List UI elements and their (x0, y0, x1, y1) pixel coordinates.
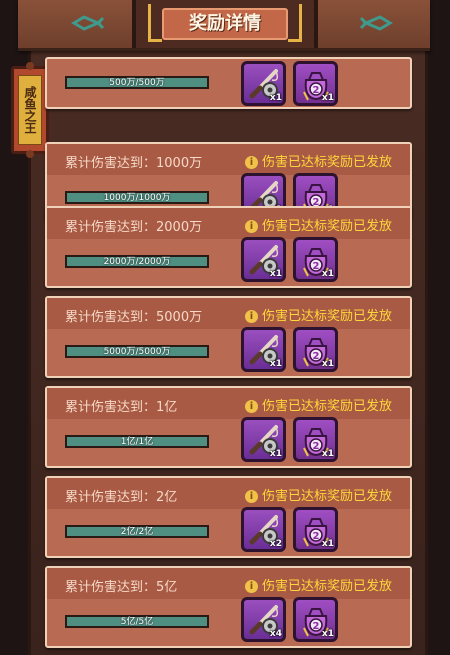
reward-status: i 伤害已达标奖励已发放 (245, 395, 392, 414)
svg-text:2: 2 (313, 441, 320, 452)
reward-item[interactable]: x1 (241, 417, 286, 462)
decor-hook-icon (288, 4, 302, 42)
progress-bar: 2亿/2亿 (65, 525, 209, 538)
reward-item[interactable]: x1 (241, 237, 286, 282)
tag-knob (26, 150, 34, 158)
reward-status-text: 伤害已达标奖励已发放 (262, 155, 393, 170)
row-title: 累计伤害达到：5亿 (65, 580, 178, 595)
progress-bar: 2000万/2000万 (65, 255, 209, 268)
page-title: 奖励详情 (162, 8, 288, 40)
reward-row: i 500万/500万 x1 2 x1 (45, 57, 412, 109)
info-icon: i (245, 580, 258, 593)
svg-text:2: 2 (313, 85, 320, 96)
tag-knob (26, 62, 34, 70)
progress-text: 1000万/1000万 (103, 193, 171, 203)
svg-text:2: 2 (313, 531, 320, 542)
info-icon: i (245, 490, 258, 503)
progress-text: 5000万/5000万 (103, 347, 171, 357)
reward-qty: x1 (321, 93, 334, 103)
row-header: 累计伤害达到：2亿 i 伤害已达标奖励已发放 (47, 478, 410, 509)
row-header: 累计伤害达到：5000万 i 伤害已达标奖励已发放 (47, 298, 410, 329)
reward-status-text: 伤害已达标奖励已发放 (262, 579, 393, 594)
row-title: 累计伤害达到：2亿 (65, 490, 178, 505)
reward-qty: x1 (321, 629, 334, 639)
row-header: 累计伤害达到：5亿 i 伤害已达标奖励已发放 (47, 568, 410, 599)
info-icon: i (245, 156, 258, 169)
progress-bar: 1亿/1亿 (65, 435, 209, 448)
progress-bar: 500万/500万 (65, 76, 209, 89)
reward-row: 累计伤害达到：5亿 i 伤害已达标奖励已发放 5亿/5亿 x4 2 x1 (45, 566, 412, 648)
progress-text: 2亿/2亿 (120, 527, 154, 537)
reward-row: 累计伤害达到：1亿 i 伤害已达标奖励已发放 1亿/1亿 x1 2 x1 (45, 386, 412, 468)
progress-text: 1亿/1亿 (120, 437, 154, 447)
row-header: 累计伤害达到：1亿 i 伤害已达标奖励已发放 (47, 388, 410, 419)
row-header: 累计伤害达到：1000万 i 伤害已达标奖励已发放 (47, 144, 410, 175)
reward-item[interactable]: 2 x1 (293, 417, 338, 462)
progress-bar: 5000万/5000万 (65, 345, 209, 358)
reward-status: i 伤害已达标奖励已发放 (245, 215, 392, 234)
svg-text:2: 2 (313, 261, 320, 272)
progress-text: 2000万/2000万 (103, 257, 171, 267)
info-icon: i (245, 400, 258, 413)
reward-item[interactable]: 2 x1 (293, 597, 338, 642)
reward-item[interactable]: x2 (241, 507, 286, 552)
reward-qty: x2 (269, 539, 282, 549)
progress-text: 5亿/5亿 (120, 617, 154, 627)
info-icon: i (245, 310, 258, 323)
reward-item[interactable]: x4 (241, 597, 286, 642)
fish-icon (71, 15, 104, 31)
reward-item[interactable]: 2 x1 (293, 327, 338, 372)
reward-row: 累计伤害达到：2000万 i 伤害已达标奖励已发放 2000万/2000万 x1 … (45, 206, 412, 288)
svg-text:2: 2 (313, 621, 320, 632)
decor-hook-icon (148, 4, 162, 42)
reward-item[interactable]: 2 x1 (293, 507, 338, 552)
reward-qty: x1 (321, 269, 334, 279)
row-title: 累计伤害达到：1亿 (65, 400, 178, 415)
reward-status-text: 伤害已达标奖励已发放 (262, 489, 393, 504)
reward-qty: x1 (269, 359, 282, 369)
row-header: 累计伤害达到：2000万 i 伤害已达标奖励已发放 (47, 208, 410, 239)
side-tab-label: 咸鱼之王 (18, 75, 42, 145)
progress-bar: 1000万/1000万 (65, 191, 209, 204)
reward-qty: x1 (321, 539, 334, 549)
progress-bar: 5亿/5亿 (65, 615, 209, 628)
reward-status: i 伤害已达标奖励已发放 (245, 305, 392, 324)
row-title: 累计伤害达到：2000万 (65, 220, 203, 235)
reward-row: 累计伤害达到：2亿 i 伤害已达标奖励已发放 2亿/2亿 x2 2 x1 (45, 476, 412, 558)
reward-status: i 伤害已达标奖励已发放 (245, 151, 392, 170)
reward-status: i 伤害已达标奖励已发放 (245, 485, 392, 504)
reward-qty: x1 (269, 269, 282, 279)
side-tab[interactable]: 咸鱼之王 (11, 62, 49, 158)
reward-qty: x1 (321, 449, 334, 459)
fish-icon (360, 15, 393, 31)
reward-item[interactable]: 2 x1 (293, 237, 338, 282)
info-icon: i (245, 220, 258, 233)
row-title: 累计伤害达到：1000万 (65, 156, 203, 171)
reward-item[interactable]: x1 (241, 61, 286, 106)
svg-text:2: 2 (313, 351, 320, 362)
reward-qty: x4 (269, 629, 282, 639)
reward-status: i 伤害已达标奖励已发放 (245, 575, 392, 594)
progress-text: 500万/500万 (109, 78, 165, 88)
reward-qty: x1 (269, 449, 282, 459)
reward-row: 累计伤害达到：5000万 i 伤害已达标奖励已发放 5000万/5000万 x1 … (45, 296, 412, 378)
reward-item[interactable]: 2 x1 (293, 61, 338, 106)
reward-item[interactable]: x1 (241, 327, 286, 372)
reward-qty: x1 (321, 359, 334, 369)
row-title: 累计伤害达到：5000万 (65, 310, 203, 325)
reward-status-text: 伤害已达标奖励已发放 (262, 219, 393, 234)
reward-status-text: 伤害已达标奖励已发放 (262, 399, 393, 414)
reward-status-text: 伤害已达标奖励已发放 (262, 309, 393, 324)
reward-qty: x1 (269, 93, 282, 103)
